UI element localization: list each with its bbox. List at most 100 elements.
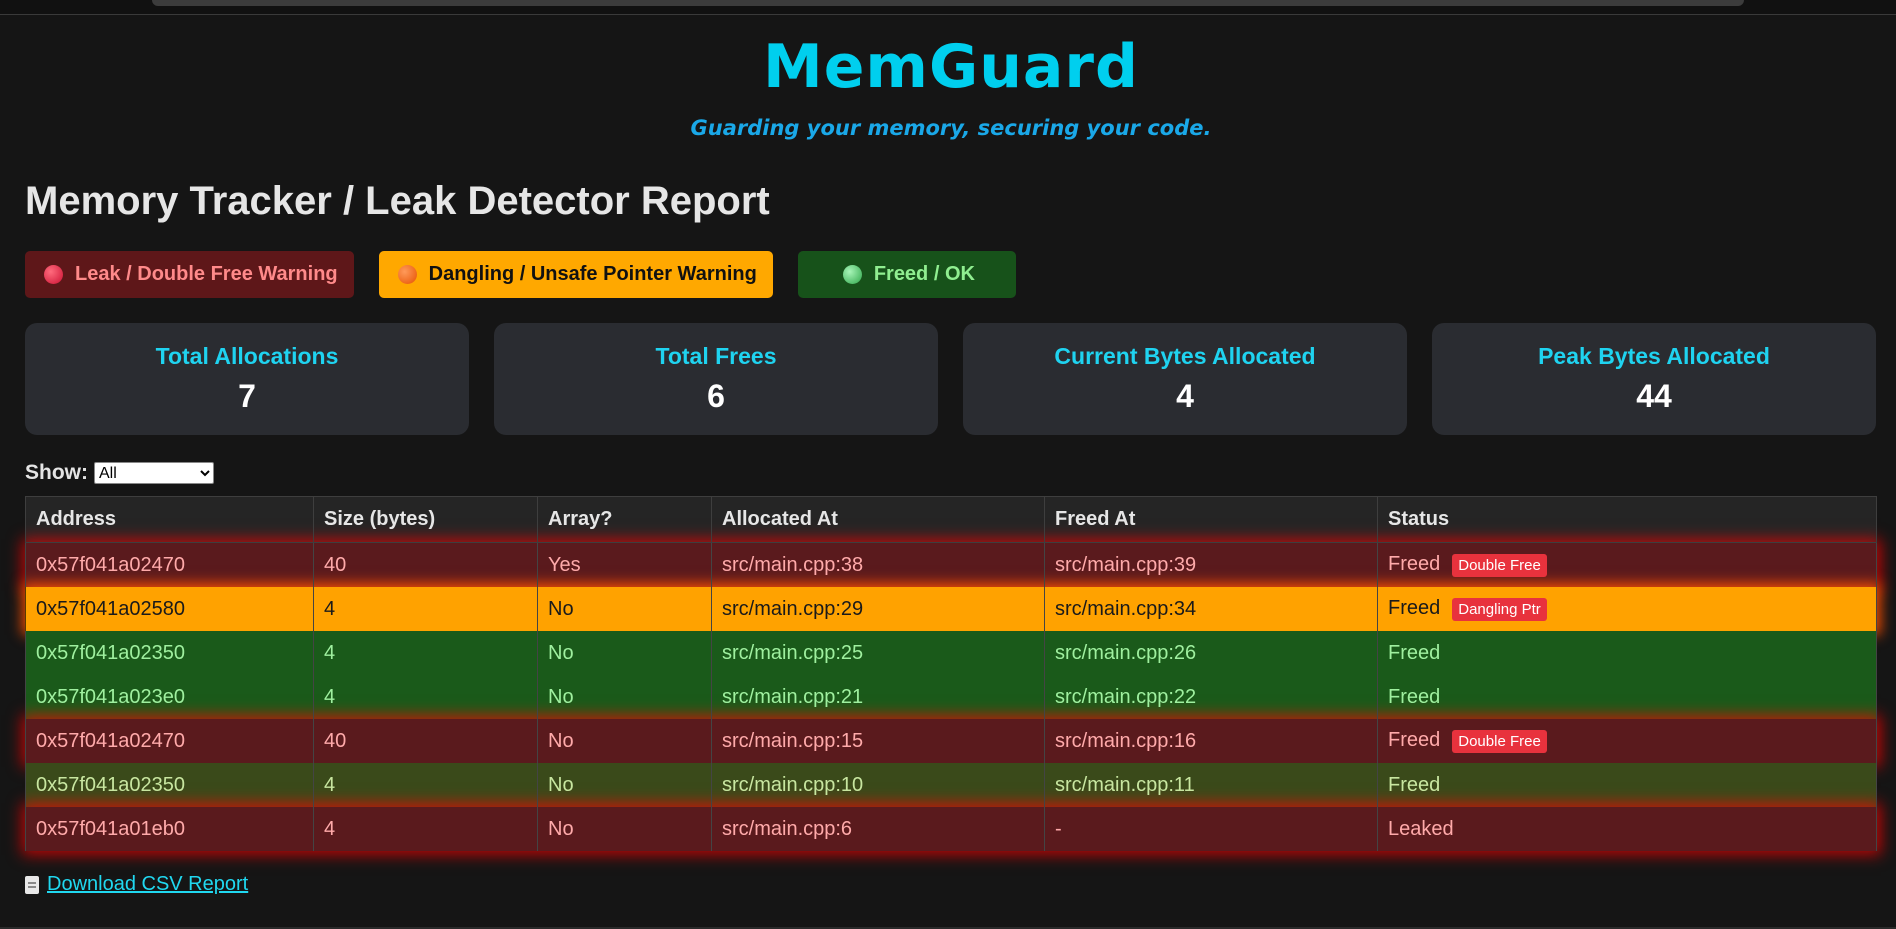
page-title: Memory Tracker / Leak Detector Report [25,179,770,223]
dangling-ptr-badge: Dangling Ptr [1452,597,1547,621]
status-text: Freed [1388,729,1441,752]
cell-address: 0x57f041a01eb0 [25,807,314,851]
cell-status: Freed [1377,763,1877,807]
status-text: Leaked [1388,817,1454,840]
column-header-status[interactable]: Status [1377,496,1877,543]
stats-cards: Total Allocations 7 Total Frees 6 Curren… [25,323,1877,435]
orange-dot-icon [397,265,417,284]
cell-freed-at: src/main.cpp:39 [1044,542,1378,587]
cell-size: 4 [313,807,538,851]
cell-freed-at: src/main.cpp:34 [1044,587,1378,631]
stat-label: Total Allocations [155,343,339,369]
cell-array: No [537,807,712,851]
cell-size: 4 [313,675,538,719]
status-text: Freed [1388,597,1441,620]
filter-bar: Show: All [25,460,1877,486]
download-section: Download CSV Report [25,873,1877,896]
cell-freed-at: - [1044,807,1378,851]
cell-freed-at: src/main.cpp:22 [1044,675,1378,719]
cell-freed-at: src/main.cpp:16 [1044,719,1378,763]
cell-allocated-at: src/main.cpp:10 [711,763,1045,807]
column-header-array[interactable]: Array? [537,496,712,543]
cell-size: 4 [313,763,538,807]
cell-freed-at: src/main.cpp:26 [1044,631,1378,675]
cell-address: 0x57f041a02350 [25,763,314,807]
cell-size: 4 [313,587,538,631]
cell-status: Freed Double Free [1377,719,1877,763]
table-header-row: Address Size (bytes) Array? Allocated At… [25,496,1877,543]
stat-value: 7 [238,378,256,414]
table-row[interactable]: 0x57f041a02350 4 No src/main.cpp:25 src/… [25,631,1877,675]
table-row[interactable]: 0x57f041a02470 40 Yes src/main.cpp:38 sr… [25,542,1877,587]
double-free-badge: Double Free [1452,553,1547,577]
legend-freed-ok: Freed / OK [797,251,1016,298]
table-row[interactable]: 0x57f041a02580 4 No src/main.cpp:29 src/… [25,587,1877,631]
cell-allocated-at: src/main.cpp:21 [711,675,1045,719]
cell-allocated-at: src/main.cpp:38 [711,542,1045,587]
filter-label: Show: [25,461,88,484]
table-row[interactable]: 0x57f041a02350 4 No src/main.cpp:10 src/… [25,763,1877,807]
status-text: Freed [1388,773,1441,796]
cell-status: Freed [1377,675,1877,719]
cell-array: No [537,719,712,763]
legend-label: Leak / Double Free Warning [75,263,338,285]
stat-value: 44 [1636,378,1672,414]
cell-array: Yes [537,542,712,587]
address-bar-edge [152,0,1744,6]
status-text: Freed [1388,641,1441,664]
cell-array: No [537,763,712,807]
table-row[interactable]: 0x57f041a02470 40 No src/main.cpp:15 src… [25,719,1877,763]
cell-array: No [537,675,712,719]
browser-top-bar [0,0,1896,15]
stat-card-peak-bytes: Peak Bytes Allocated 44 [1432,323,1876,435]
legend-label: Dangling / Unsafe Pointer Warning [428,263,757,285]
cell-status: Leaked [1377,807,1877,851]
cell-size: 40 [313,719,538,763]
legend-dangling-warning: Dangling / Unsafe Pointer Warning [378,251,773,298]
report-page: MemGuard Guarding your memory, securing … [25,14,1877,896]
cell-allocated-at: src/main.cpp:6 [711,807,1045,851]
table-row[interactable]: 0x57f041a023e0 4 No src/main.cpp:21 src/… [25,675,1877,719]
stat-label: Current Bytes Allocated [1054,343,1316,369]
cell-address: 0x57f041a02350 [25,631,314,675]
cell-allocated-at: src/main.cpp:29 [711,587,1045,631]
cell-status: Freed [1377,631,1877,675]
table-row[interactable]: 0x57f041a01eb0 4 No src/main.cpp:6 - Lea… [25,807,1877,851]
cell-array: No [537,631,712,675]
stat-card-total-allocations: Total Allocations 7 [25,323,469,435]
brand-tagline: Guarding your memory, securing your code… [690,116,1212,140]
cell-size: 4 [313,631,538,675]
green-dot-icon [842,265,862,284]
document-icon [25,875,39,894]
stat-card-total-frees: Total Frees 6 [494,323,938,435]
allocations-table: Address Size (bytes) Array? Allocated At… [25,496,1877,851]
cell-allocated-at: src/main.cpp:15 [711,719,1045,763]
column-header-address[interactable]: Address [25,496,314,543]
show-filter-select[interactable]: All [94,462,214,484]
status-legend: Leak / Double Free Warning Dangling / Un… [25,251,1877,298]
stat-label: Total Frees [655,343,777,369]
column-header-size[interactable]: Size (bytes) [313,496,538,543]
double-free-badge: Double Free [1452,729,1547,753]
download-csv-link[interactable]: Download CSV Report [47,873,248,896]
brand-name: MemGuard [763,32,1139,102]
stat-value: 6 [707,378,725,414]
column-header-allocated-at[interactable]: Allocated At [711,496,1045,543]
stat-label: Peak Bytes Allocated [1538,343,1770,369]
cell-address: 0x57f041a02580 [25,587,314,631]
status-text: Freed [1388,553,1441,576]
red-dot-icon [44,265,63,284]
cell-freed-at: src/main.cpp:11 [1044,763,1378,807]
cell-status: Freed Dangling Ptr [1377,587,1877,631]
status-text: Freed [1388,685,1441,708]
cell-array: No [537,587,712,631]
legend-label: Freed / OK [873,263,975,285]
brand-header: MemGuard Guarding your memory, securing … [25,32,1877,140]
cell-address: 0x57f041a02470 [25,719,314,763]
cell-size: 40 [313,542,538,587]
cell-allocated-at: src/main.cpp:25 [711,631,1045,675]
column-header-freed-at[interactable]: Freed At [1044,496,1378,543]
cell-address: 0x57f041a023e0 [25,675,314,719]
cell-address: 0x57f041a02470 [25,542,314,587]
legend-leak-warning: Leak / Double Free Warning [25,251,354,298]
